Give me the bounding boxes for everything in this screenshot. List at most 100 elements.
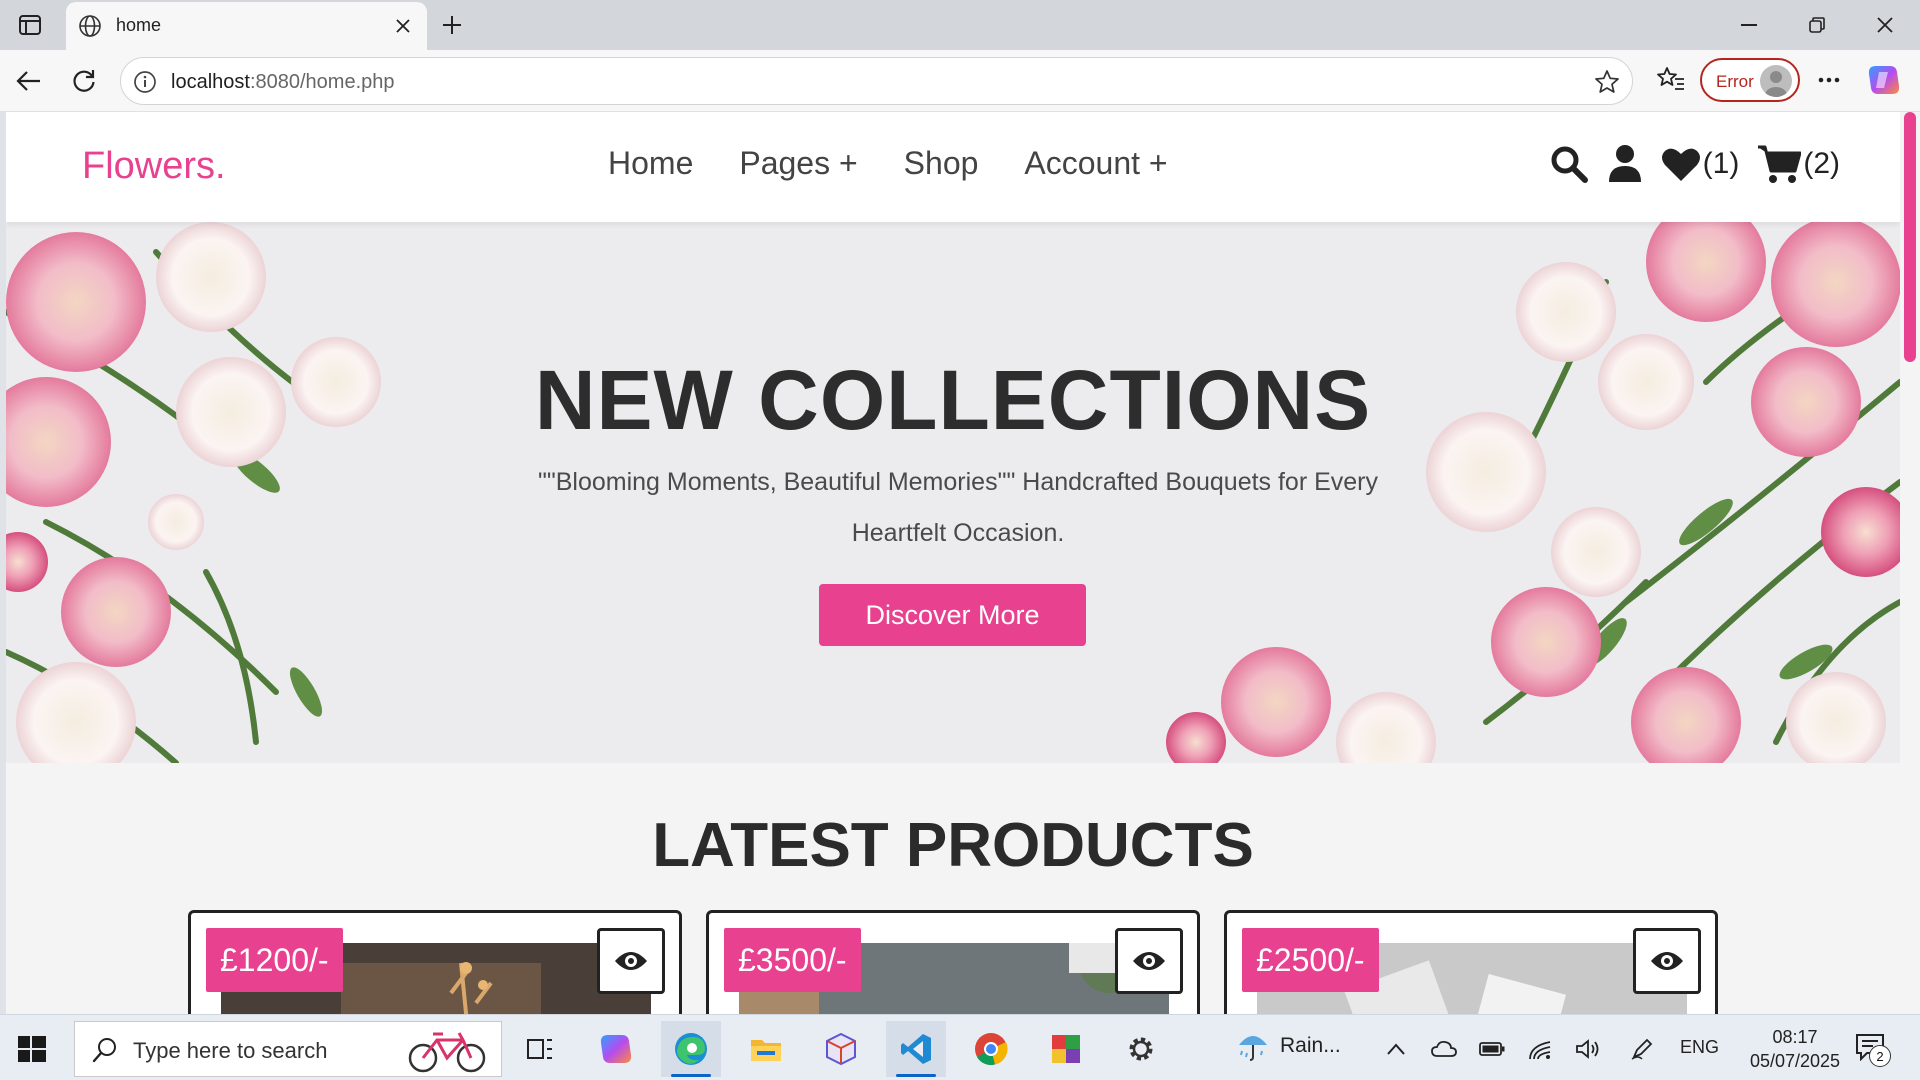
quick-view-button[interactable] [1633,928,1701,994]
pen-icon [1631,1038,1653,1060]
ellipsis-icon [1818,77,1840,83]
copilot-icon[interactable] [1866,62,1902,98]
umbrella-rain-icon [1239,1036,1267,1061]
browser-toolbar: localhost:8080/home.php Error [0,50,1920,112]
volume-tray[interactable] [1574,1035,1602,1063]
weather-widget[interactable]: Rain... [1236,1029,1341,1063]
taskbar-app-cube[interactable] [811,1021,871,1077]
restore-icon [1809,17,1825,33]
chrome-icon [975,1033,1008,1066]
site-header: Flowers. Home Pages + Shop Account + (1)… [6,112,1900,222]
show-hidden-icons-button[interactable] [1382,1035,1410,1063]
product-card[interactable]: £3500/- [706,910,1200,1014]
wishlist-count: (1) [1702,147,1740,180]
hero-title: NEW COLLECTIONS [534,353,1372,447]
product-price: £2500/- [1242,928,1379,992]
latest-products-title: LATEST PRODUCTS [652,811,1254,880]
page-viewport: Flowers. Home Pages + Shop Account + (1)… [6,112,1900,1014]
user-avatar-icon [1765,71,1787,97]
info-icon[interactable] [133,70,157,94]
cart-icon [1758,145,1802,183]
taskbar-copilot[interactable] [586,1021,646,1077]
vscode-icon [901,1034,931,1064]
profile-error-button[interactable]: Error [1700,58,1800,102]
nav-pages[interactable]: Pages + [739,145,857,182]
search-icon [92,1038,116,1063]
sidebar-icon [19,15,41,35]
tab-close-button[interactable] [391,14,415,38]
restore-button[interactable] [1790,8,1844,42]
product-card[interactable]: £1200/- [188,910,682,1014]
arrow-left-icon [16,71,40,91]
bicycle-icon [408,1032,486,1073]
chevron-up-icon [1387,1043,1405,1055]
nav-home[interactable]: Home [608,145,693,182]
nav-shop[interactable]: Shop [904,145,979,182]
colorful-app-icon [1052,1035,1080,1063]
account-button[interactable] [1607,144,1643,184]
input-language[interactable]: ENG [1680,1037,1719,1058]
taskbar-search[interactable]: Type here to search [74,1021,502,1077]
minimize-button[interactable] [1722,8,1776,42]
windows-taskbar: Type here to search Rain... ENG 08:17 05… [0,1014,1920,1080]
new-tab-button[interactable] [436,10,468,40]
url-text: localhost:8080/home.php [171,71,395,94]
favorites-icon[interactable] [1655,64,1687,96]
battery-icon [1479,1042,1505,1056]
refresh-button[interactable] [67,64,101,98]
search-button[interactable] [1549,144,1589,184]
product-price: £1200/- [206,928,343,992]
hero-banner: NEW COLLECTIONS ""Blooming Moments, Beau… [6,222,1900,763]
eye-icon [1133,952,1165,970]
taskbar-file-explorer[interactable] [736,1021,796,1077]
weather-text: Rain... [1280,1034,1341,1057]
taskbar-edge[interactable] [661,1021,721,1077]
cloud-icon [1431,1040,1457,1057]
taskbar-app-multicolor[interactable] [1036,1021,1096,1077]
scrollbar-thumb[interactable] [1904,112,1916,362]
search-placeholder: Type here to search [133,1038,328,1063]
windows-start-icon[interactable] [14,1031,50,1067]
browser-tab-bar: home [0,0,1920,50]
discover-more-button[interactable]: Discover More [819,584,1086,646]
clock-time: 08:17 [1772,1027,1818,1047]
product-price: £3500/- [724,928,861,992]
task-view-button[interactable] [510,1021,570,1077]
quick-view-button[interactable] [597,928,665,994]
main-nav: Home Pages + Shop Account + [608,145,1168,182]
close-icon [1877,17,1893,33]
hero-subtitle: ""Blooming Moments, Beautiful Memories""… [537,468,1379,547]
taskbar-vscode[interactable] [886,1021,946,1077]
globe-icon [79,15,101,37]
cart-button[interactable]: (2) [1757,144,1840,184]
copilot-icon [600,1035,632,1063]
star-icon[interactable] [1594,69,1620,95]
battery-tray[interactable] [1478,1035,1506,1063]
taskbar-clock[interactable]: 08:17 05/07/2025 [1740,1025,1850,1073]
browser-tab[interactable]: home [66,2,427,50]
speaker-icon [1576,1039,1599,1059]
nav-account[interactable]: Account + [1024,145,1167,182]
notification-center-button[interactable]: 2 [1855,1033,1891,1067]
product-card[interactable]: £2500/- [1224,910,1718,1014]
url-path: :8080/home.php [249,71,395,93]
refresh-icon [73,70,95,92]
quick-view-button[interactable] [1115,928,1183,994]
task-view-icon [527,1039,552,1059]
header-icons: (1) (2) [1549,144,1840,184]
close-icon [396,19,410,33]
back-button[interactable] [12,64,46,98]
eye-icon [615,952,647,970]
onedrive-tray[interactable] [1430,1035,1458,1063]
pen-tray[interactable] [1628,1035,1656,1063]
close-window-button[interactable] [1858,8,1912,42]
site-logo[interactable]: Flowers. [82,145,226,188]
taskbar-chrome[interactable] [961,1021,1021,1077]
more-menu-button[interactable] [1812,65,1846,95]
address-bar[interactable]: localhost:8080/home.php [120,57,1633,105]
network-tray[interactable] [1526,1035,1554,1063]
wishlist-button[interactable]: (1) [1661,146,1740,182]
tab-actions-button[interactable] [14,10,46,40]
taskbar-settings[interactable] [1111,1021,1171,1077]
heart-icon [1661,148,1700,181]
